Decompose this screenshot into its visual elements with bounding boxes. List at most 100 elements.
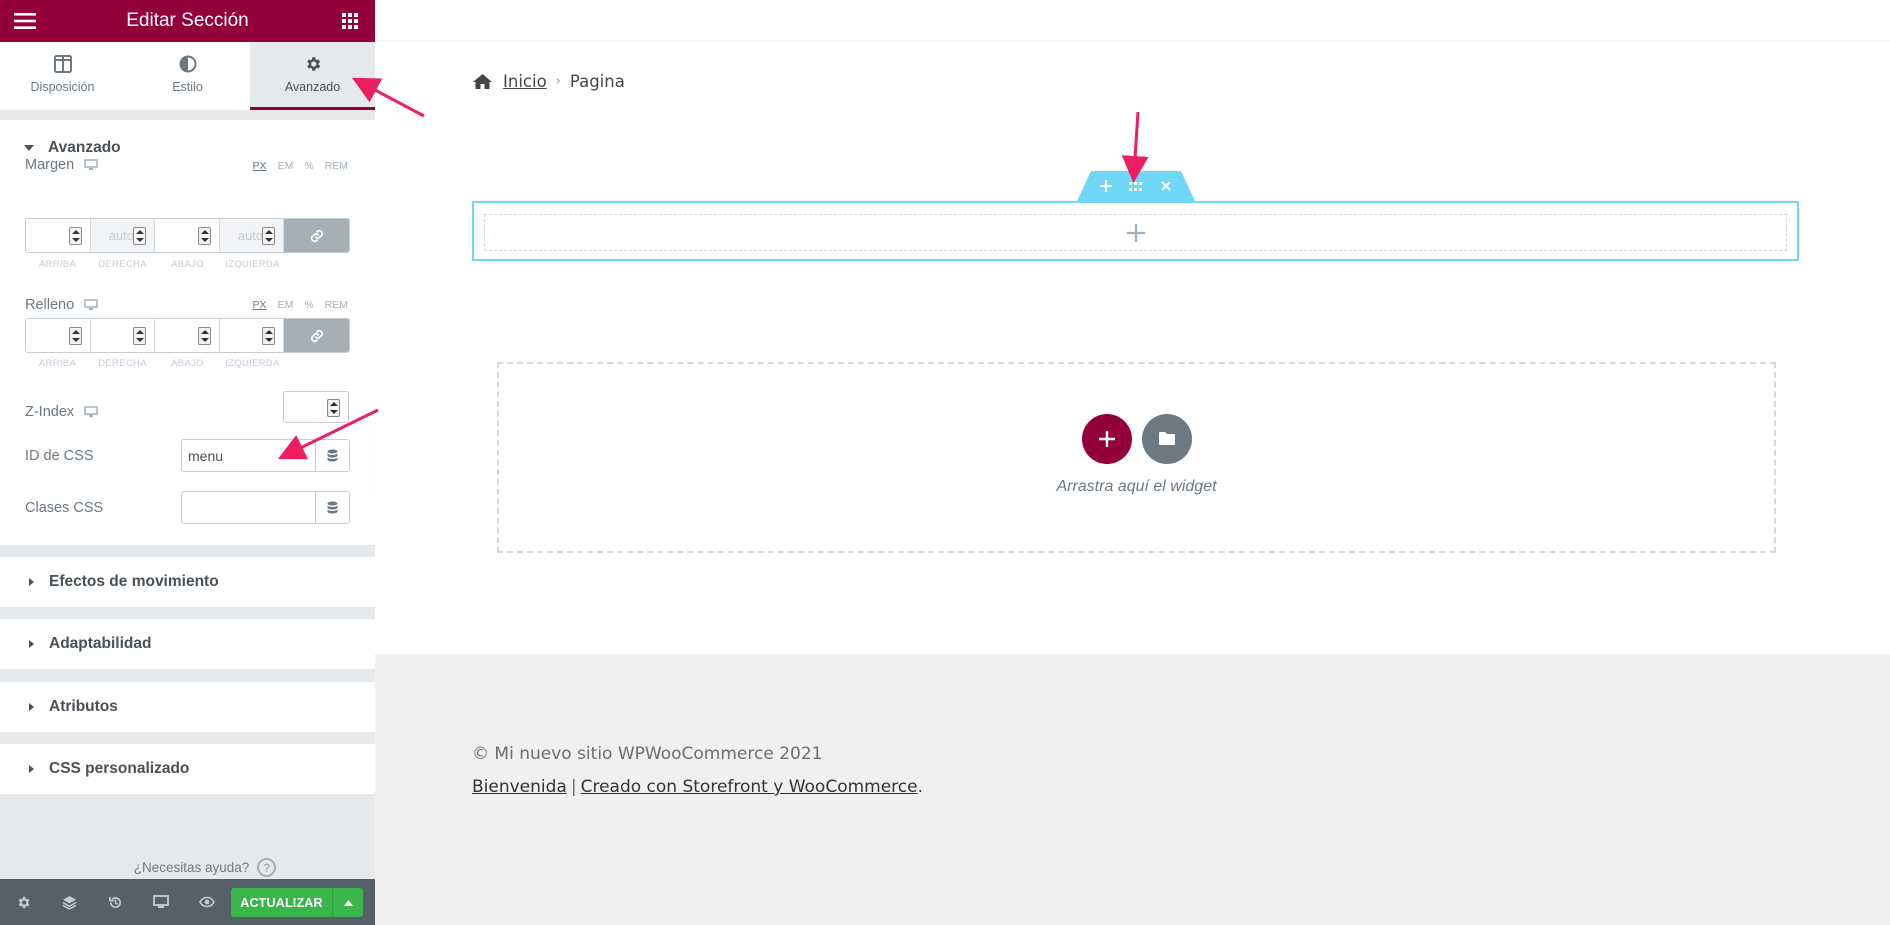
unit-percent[interactable]: % — [304, 160, 313, 172]
section-motion-effects[interactable]: Efectos de movimiento — [0, 557, 375, 607]
stepper-icon[interactable] — [197, 227, 211, 245]
tab-advanced[interactable]: Avanzado — [250, 42, 375, 110]
breadcrumb-current: Pagina — [569, 72, 625, 91]
section-custom-css[interactable]: CSS personalizado — [0, 744, 375, 794]
margin-bottom-input[interactable] — [155, 219, 220, 252]
css-classes-input[interactable] — [181, 491, 350, 524]
stepper-icon[interactable] — [262, 327, 275, 345]
header-divider — [375, 40, 1890, 41]
margin-top-input[interactable] — [26, 219, 91, 252]
padding-bottom-input[interactable] — [155, 319, 220, 352]
padding-control-label: Relleno — [25, 297, 98, 313]
advanced-section: Avanzado Margen PX EM % REM auto auto AR… — [0, 120, 375, 545]
unit-rem[interactable]: REM — [325, 299, 348, 311]
link-values-button[interactable] — [284, 319, 349, 352]
plus-icon — [1098, 430, 1115, 447]
stepper-icon[interactable] — [133, 227, 146, 245]
section-responsive[interactable]: Adaptabilidad — [0, 619, 375, 669]
unit-percent[interactable]: % — [304, 299, 313, 311]
stepper-icon[interactable] — [68, 227, 82, 245]
margin-inputs: auto auto — [25, 218, 350, 253]
caret-up-icon — [343, 899, 353, 906]
footer-link-welcome[interactable]: Bienvenida — [472, 777, 567, 797]
unit-em[interactable]: EM — [278, 160, 294, 172]
contrast-icon — [179, 55, 196, 73]
zindex-control-label: Z-Index — [25, 404, 98, 420]
breadcrumb-separator: › — [555, 74, 561, 89]
section-attributes[interactable]: Atributos — [0, 682, 375, 732]
padding-left-input[interactable] — [219, 319, 284, 352]
unit-px[interactable]: PX — [253, 160, 267, 172]
tab-label: Estilo — [172, 80, 203, 94]
css-id-control-label: ID de CSS — [25, 448, 94, 464]
margin-label: Margen — [25, 157, 75, 173]
history-icon[interactable] — [92, 879, 138, 925]
unit-em[interactable]: EM — [278, 299, 294, 311]
stepper-icon[interactable] — [133, 327, 146, 345]
css-classes-value[interactable] — [182, 492, 315, 523]
dynamic-tags-icon[interactable] — [315, 492, 349, 523]
css-id-value[interactable]: menu — [182, 440, 315, 471]
unit-rem[interactable]: REM — [325, 160, 348, 172]
desktop-icon[interactable] — [84, 406, 98, 418]
css-id-label: ID de CSS — [25, 448, 94, 464]
margin-right-input[interactable]: auto — [90, 219, 155, 252]
breadcrumb-home-link[interactable]: Inicio — [503, 72, 547, 91]
update-button[interactable]: ACTUALIZAR — [231, 888, 332, 917]
panel-header: Editar Sección — [0, 0, 375, 42]
footer-links: Bienvenida | Creado con Storefront y WooCo… — [472, 777, 923, 797]
stepper-icon[interactable] — [68, 327, 82, 345]
preview-eye-icon[interactable] — [184, 879, 230, 925]
update-options-button[interactable] — [332, 888, 363, 917]
link-icon — [310, 329, 323, 342]
stepper-icon[interactable] — [327, 399, 340, 417]
panel-tabs: Disposición Estilo Avanzado — [0, 42, 375, 110]
widgets-grid-icon[interactable] — [325, 0, 375, 42]
zindex-input[interactable] — [283, 391, 349, 423]
footer-period: . — [917, 777, 924, 797]
stepper-icon[interactable] — [262, 227, 275, 245]
caret-right-icon — [29, 640, 34, 648]
padding-label: Relleno — [25, 297, 75, 313]
editor-panel: Editar Sección Disposición Estilo Avanza… — [0, 0, 375, 925]
site-footer: © Mi nuevo sitio WPWooCommerce 2021 Bien… — [375, 654, 1890, 925]
add-template-button[interactable] — [1141, 413, 1192, 464]
tab-label: Disposición — [30, 80, 95, 94]
layout-icon — [53, 55, 72, 73]
section-title: Avanzado — [48, 139, 121, 156]
footer-copyright: © Mi nuevo sitio WPWooCommerce 2021 — [472, 744, 823, 764]
settings-icon[interactable] — [0, 879, 46, 925]
padding-right-input[interactable] — [90, 319, 155, 352]
margin-field-labels: ARRIBA DERECHA ABAJO IZQUIERDA — [38, 259, 280, 270]
tab-style[interactable]: Estilo — [125, 42, 250, 110]
empty-column[interactable] — [484, 214, 1787, 251]
link-values-button[interactable] — [284, 219, 349, 252]
caret-right-icon — [29, 765, 34, 773]
caret-right-icon — [29, 578, 34, 586]
padding-top-input[interactable] — [26, 319, 91, 352]
hamburger-menu-icon[interactable] — [0, 0, 50, 42]
panel-title: Editar Sección — [126, 10, 249, 31]
link-icon — [310, 229, 323, 242]
dynamic-tags-icon[interactable] — [315, 440, 349, 471]
layers-icon[interactable] — [46, 879, 92, 925]
selected-section[interactable] — [472, 201, 1799, 261]
css-id-input[interactable]: menu — [181, 439, 350, 472]
desktop-icon[interactable] — [84, 299, 98, 311]
responsive-icon[interactable] — [138, 879, 184, 925]
section-handle — [1077, 171, 1195, 201]
home-icon — [473, 74, 492, 89]
add-section-drop-zone[interactable]: Arrastra aquí el widget — [497, 362, 1776, 553]
margin-left-input[interactable]: auto — [219, 219, 284, 252]
gear-icon — [306, 57, 320, 71]
stepper-icon[interactable] — [197, 327, 211, 345]
padding-inputs — [25, 318, 350, 353]
unit-px[interactable]: PX — [253, 299, 267, 311]
tab-layout[interactable]: Disposición — [0, 42, 125, 110]
desktop-icon[interactable] — [84, 159, 98, 171]
footer-link-storefront[interactable]: Creado con Storefront y WooCommerce — [581, 777, 918, 797]
help-link[interactable]: ¿Necesitas ayuda? ? — [0, 858, 375, 877]
plus-icon[interactable] — [1126, 223, 1146, 243]
panel-footer: ACTUALIZAR — [0, 879, 375, 925]
add-new-section-button[interactable] — [1081, 413, 1132, 464]
